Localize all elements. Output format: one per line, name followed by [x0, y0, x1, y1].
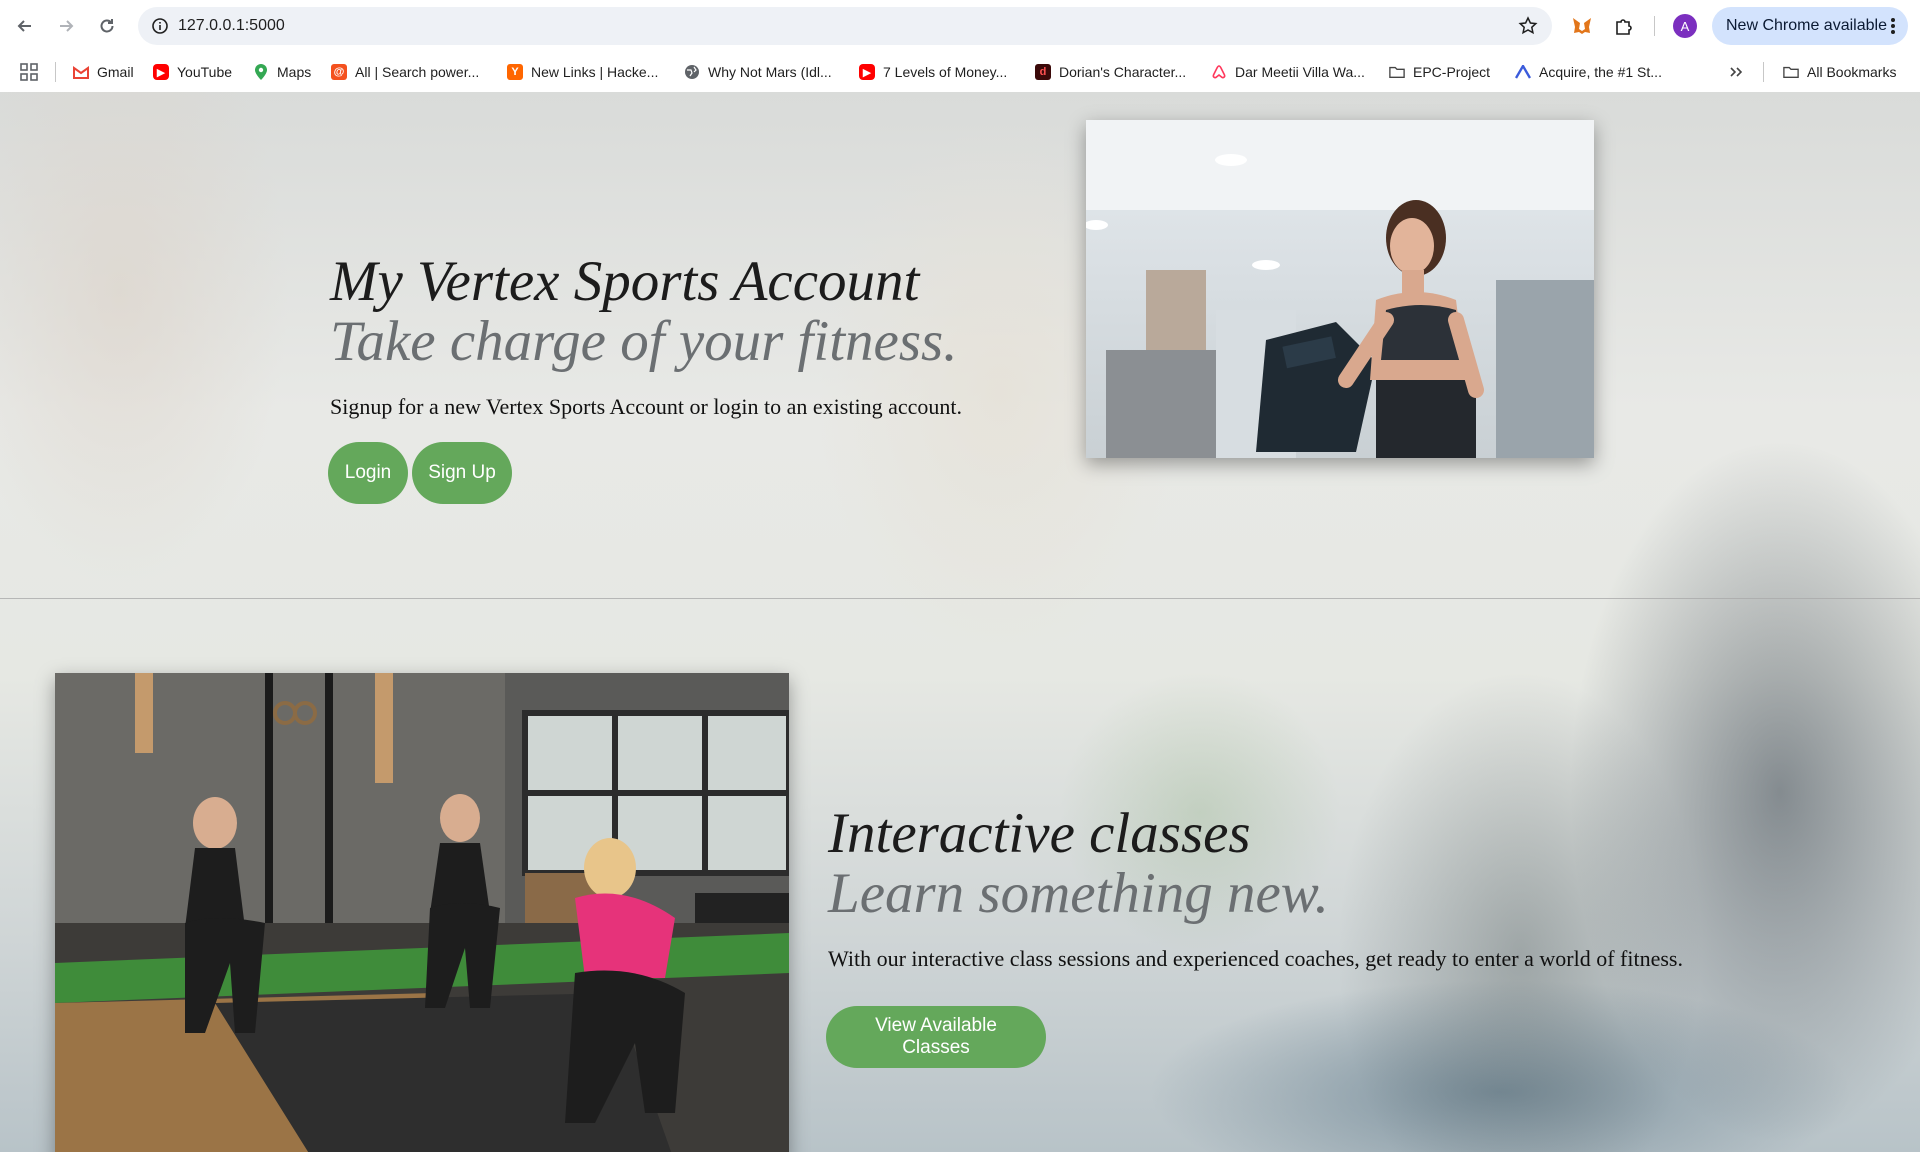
- toolbar-divider: [1654, 16, 1655, 36]
- chrome-update-button[interactable]: New Chrome available: [1712, 7, 1908, 45]
- reload-icon: [100, 19, 114, 33]
- browser-toolbar: 127.0.0.1:5000 A New Chrome available: [0, 0, 1920, 52]
- site-info-icon[interactable]: [148, 14, 172, 38]
- bookmark-label: EPC-Project: [1413, 64, 1491, 80]
- group-class-photo: [55, 673, 789, 1152]
- kebab-menu-icon[interactable]: [1890, 16, 1896, 41]
- bookmark-label: Why Not Mars (Idl...: [708, 64, 832, 80]
- profile-avatar[interactable]: A: [1673, 14, 1697, 38]
- address-bar[interactable]: 127.0.0.1:5000: [138, 7, 1552, 45]
- youtube-icon: ▶: [153, 64, 169, 80]
- reload-button[interactable]: [91, 10, 123, 42]
- apps-grid-icon[interactable]: [20, 60, 38, 84]
- classes-section: Interactive classes Learn something new.…: [826, 802, 1888, 1068]
- airbnb-icon: [1211, 64, 1227, 80]
- page-viewport: My Vertex Sports Account Take charge of …: [0, 92, 1920, 1152]
- folder-icon: [1389, 64, 1405, 80]
- bookmark-epc-project[interactable]: EPC-Project: [1389, 60, 1490, 84]
- account-description: Signup for a new Vertex Sports Account o…: [330, 393, 962, 419]
- all-bookmarks-button[interactable]: All Bookmarks: [1783, 60, 1896, 84]
- extensions-puzzle-icon[interactable]: [1610, 12, 1638, 40]
- view-classes-button[interactable]: View Available Classes: [826, 1005, 1046, 1068]
- bookmark-hackernews[interactable]: Y New Links | Hacke...: [507, 60, 658, 84]
- account-subtitle: Take charge of your fitness.: [330, 309, 958, 373]
- acquire-icon: [1515, 64, 1531, 80]
- bookmarks-overflow-icon[interactable]: [1728, 60, 1744, 84]
- bookmark-label: Dorian's Character...: [1059, 64, 1187, 80]
- maps-icon: [253, 64, 269, 80]
- all-bookmarks-label: All Bookmarks: [1807, 64, 1897, 80]
- bookmark-label: Gmail: [97, 64, 134, 80]
- bookmark-label: Dar Meetii Villa Wa...: [1235, 64, 1365, 80]
- signup-button[interactable]: Sign Up: [412, 441, 512, 504]
- search-power-icon: @: [331, 64, 347, 80]
- bookmark-label: New Links | Hacke...: [531, 64, 659, 80]
- bookmark-acquire[interactable]: Acquire, the #1 St...: [1515, 60, 1662, 84]
- bookmark-maps[interactable]: Maps: [253, 60, 311, 84]
- forward-arrow-icon: [60, 20, 74, 32]
- back-button[interactable]: [9, 10, 41, 42]
- bookmark-label: Acquire, the #1 St...: [1539, 64, 1662, 80]
- chrome-update-label: New Chrome available: [1726, 17, 1887, 34]
- classes-subtitle: Learn something new.: [828, 861, 1329, 925]
- bookmark-why-not-mars[interactable]: Why Not Mars (Idl...: [684, 60, 832, 84]
- account-title: My Vertex Sports Account: [330, 250, 920, 313]
- bookmark-label: 7 Levels of Money...: [883, 64, 1008, 80]
- bookmark-dorian[interactable]: d Dorian's Character...: [1035, 60, 1186, 84]
- gmail-icon: [73, 64, 89, 80]
- bookmark-dar-meetii[interactable]: Dar Meetii Villa Wa...: [1211, 60, 1365, 84]
- bookmark-youtube[interactable]: ▶ YouTube: [153, 60, 232, 84]
- back-arrow-icon: [17, 20, 31, 32]
- globe-icon: [684, 64, 700, 80]
- bookmark-7-levels[interactable]: ▶ 7 Levels of Money...: [859, 60, 1007, 84]
- bookmarks-divider: [55, 62, 56, 82]
- bookmark-label: All | Search power...: [355, 64, 480, 80]
- account-section: My Vertex Sports Account Take charge of …: [328, 250, 1090, 504]
- section-divider: [0, 598, 1920, 599]
- bookmark-label: Maps: [277, 64, 312, 80]
- bookmark-gmail[interactable]: Gmail: [73, 60, 134, 84]
- account-buttons: Login Sign Up: [328, 441, 1090, 504]
- bookmarks-divider: [1763, 62, 1764, 82]
- bookmark-label: YouTube: [177, 64, 233, 80]
- url-text[interactable]: 127.0.0.1:5000: [178, 17, 285, 35]
- classes-title: Interactive classes: [828, 802, 1251, 865]
- bookmark-star-icon[interactable]: [1516, 14, 1540, 38]
- folder-icon: [1783, 64, 1799, 80]
- login-button[interactable]: Login: [328, 441, 408, 504]
- bookmarks-bar: Gmail ▶ YouTube Maps @ All | Search powe…: [0, 52, 1920, 93]
- classes-description: With our interactive class sessions and …: [828, 945, 1683, 971]
- youtube-icon: ▶: [859, 64, 875, 80]
- hackernews-icon: Y: [507, 64, 523, 80]
- bookmark-search-power[interactable]: @ All | Search power...: [331, 60, 479, 84]
- metamask-extension-icon[interactable]: [1568, 12, 1596, 40]
- dorian-icon: d: [1035, 64, 1051, 80]
- elliptical-workout-photo: [1086, 120, 1594, 458]
- forward-button[interactable]: [50, 10, 82, 42]
